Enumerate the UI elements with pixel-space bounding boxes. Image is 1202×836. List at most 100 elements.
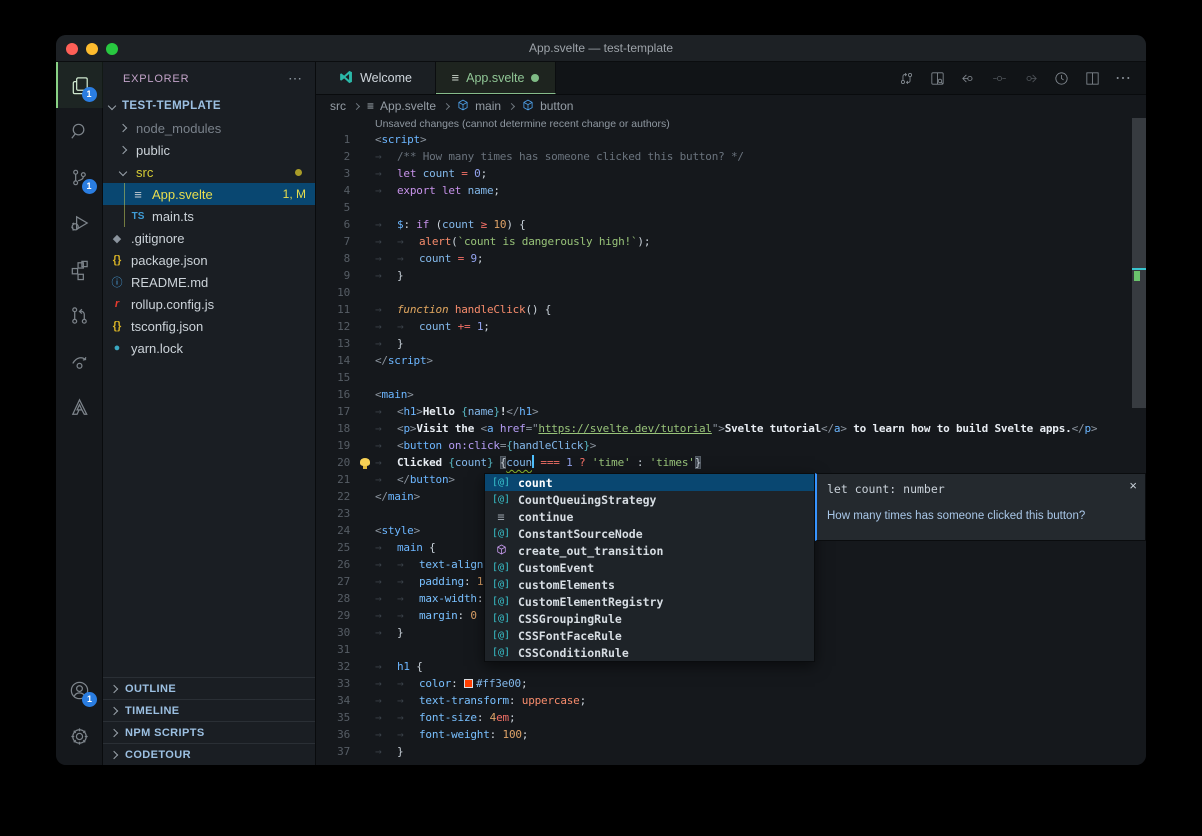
accounts-activity-icon[interactable]: 1 <box>56 667 103 713</box>
file-name: tsconfig.json <box>131 319 203 334</box>
suggest-item-cssgroupingrule[interactable]: [@]CSSGroupingRule <box>485 610 814 627</box>
suggest-item-count[interactable]: [@]count <box>485 474 814 491</box>
suggest-item-create_out_transition[interactable]: create_out_transition <box>485 542 814 559</box>
code-line-5[interactable]: 5 <box>316 199 1146 216</box>
open-changes-icon[interactable] <box>926 67 948 89</box>
previous-change-icon[interactable] <box>957 67 979 89</box>
file-row-readme-md[interactable]: ⓘREADME.md <box>103 271 315 293</box>
code-area[interactable]: Unsaved changes (cannot determine recent… <box>316 117 1146 765</box>
code-line-3[interactable]: 3→let count = 0; <box>316 165 1146 182</box>
code-line-9[interactable]: 9→} <box>316 267 1146 284</box>
close-icon[interactable]: × <box>1129 478 1137 493</box>
file-row-app-svelte[interactable]: ≡App.svelte1, M <box>103 183 315 205</box>
chevron-right-icon <box>110 750 118 758</box>
suggest-item-countqueuingstrategy[interactable]: [@]CountQueuingStrategy <box>485 491 814 508</box>
file-row--gitignore[interactable]: ◆.gitignore <box>103 227 315 249</box>
symbol-cube-icon <box>522 99 534 114</box>
editor-scrollbar[interactable] <box>1132 118 1146 408</box>
line-content: →h1 { <box>360 658 423 675</box>
codelens-annotation[interactable]: Unsaved changes (cannot determine recent… <box>316 117 1146 131</box>
workspace-root-folder[interactable]: TEST-TEMPLATE <box>103 95 315 117</box>
line-number: 20 <box>316 454 360 471</box>
extensions-activity-icon[interactable] <box>56 246 103 292</box>
suggest-label: customElements <box>518 578 615 592</box>
code-line-10[interactable]: 10 <box>316 284 1146 301</box>
code-line-4[interactable]: 4→export let name; <box>316 182 1146 199</box>
breadcrumb-item-button[interactable]: button <box>540 99 573 113</box>
code-line-17[interactable]: 17→<h1>Hello {name}!</h1> <box>316 403 1146 420</box>
section-codetour[interactable]: CODETOUR <box>103 743 315 765</box>
suggest-item-cssconditionrule[interactable]: [@]CSSConditionRule <box>485 644 814 661</box>
file-name: rollup.config.js <box>131 297 214 312</box>
settings-gear-icon[interactable] <box>56 713 103 759</box>
file-row-rollup-config-js[interactable]: rrollup.config.js <box>103 293 315 315</box>
code-line-18[interactable]: 18→<p>Visit the <a href="https://svelte.… <box>316 420 1146 437</box>
explorer-more-actions-icon[interactable]: ⋯ <box>288 70 303 87</box>
breadcrumb-item-file[interactable]: App.svelte <box>380 99 436 113</box>
github-pull-requests-activity-icon[interactable] <box>56 292 103 338</box>
line-content <box>360 505 375 522</box>
azure-activity-icon[interactable] <box>56 384 103 430</box>
code-line-14[interactable]: 14</script> <box>316 352 1146 369</box>
code-line-19[interactable]: 19→<button on:click={handleClick}> <box>316 437 1146 454</box>
yarn-file-icon: ● <box>109 342 125 354</box>
code-line-11[interactable]: 11→function handleClick() { <box>316 301 1146 318</box>
run-debug-activity-icon[interactable] <box>56 200 103 246</box>
source-control-activity-icon[interactable]: 1 <box>56 154 103 200</box>
suggest-item-continue[interactable]: ≡continue <box>485 508 814 525</box>
line-number: 27 <box>316 573 360 590</box>
file-name: App.svelte <box>152 187 213 202</box>
section-npm-scripts[interactable]: NPM SCRIPTS <box>103 721 315 743</box>
file-row-node-modules[interactable]: node_modules <box>103 117 315 139</box>
code-line-8[interactable]: 8→→count = 9; <box>316 250 1146 267</box>
file-row-package-json[interactable]: {}package.json <box>103 249 315 271</box>
modified-dot-icon[interactable] <box>531 74 539 82</box>
split-editor-icon[interactable] <box>1081 67 1103 89</box>
code-line-35[interactable]: 35→→font-size: 4em; <box>316 709 1146 726</box>
suggest-item-customevent[interactable]: [@]CustomEvent <box>485 559 814 576</box>
section-timeline[interactable]: TIMELINE <box>103 699 315 721</box>
code-line-15[interactable]: 15 <box>316 369 1146 386</box>
code-line-6[interactable]: 6→$: if (count ≥ 10) { <box>316 216 1146 233</box>
code-line-2[interactable]: 2→/** How many times has someone clicked… <box>316 148 1146 165</box>
code-line-12[interactable]: 12→→count += 1; <box>316 318 1146 335</box>
line-number: 6 <box>316 216 360 233</box>
code-line-20[interactable]: 20→Clicked {count} {coun === 1 ? 'time' … <box>316 454 1146 471</box>
git-compare-icon[interactable] <box>895 67 917 89</box>
code-line-13[interactable]: 13→} <box>316 335 1146 352</box>
code-line-34[interactable]: 34→→text-transform: uppercase; <box>316 692 1146 709</box>
current-change-icon[interactable] <box>988 67 1010 89</box>
code-line-7[interactable]: 7→→alert(`count is dangerously high!`); <box>316 233 1146 250</box>
file-row-src[interactable]: src <box>103 161 315 183</box>
code-line-36[interactable]: 36→→font-weight: 100; <box>316 726 1146 743</box>
explorer-activity-icon[interactable]: 1 <box>56 62 103 108</box>
more-actions-icon[interactable]: ⋯ <box>1112 67 1134 89</box>
lightbulb-icon[interactable] <box>360 458 370 466</box>
next-change-icon[interactable] <box>1019 67 1041 89</box>
live-share-activity-icon[interactable] <box>56 338 103 384</box>
timer-icon[interactable] <box>1050 67 1072 89</box>
tab-app-svelte[interactable]: ≡ App.svelte <box>436 62 556 94</box>
file-row-tsconfig-json[interactable]: {}tsconfig.json <box>103 315 315 337</box>
file-row-main-ts[interactable]: TSmain.ts <box>103 205 315 227</box>
suggest-item-cssfontfacerule[interactable]: [@]CSSFontFaceRule <box>485 627 814 644</box>
file-row-yarn-lock[interactable]: ●yarn.lock <box>103 337 315 359</box>
breadcrumb-item-main[interactable]: main <box>475 99 501 113</box>
section-outline[interactable]: OUTLINE <box>103 677 315 699</box>
code-line-1[interactable]: 1<script> <box>316 131 1146 148</box>
suggest-label: create_out_transition <box>518 544 663 558</box>
file-row-public[interactable]: public <box>103 139 315 161</box>
breadcrumb-item-src[interactable]: src <box>330 99 346 113</box>
tab-welcome[interactable]: Welcome <box>316 62 436 94</box>
variable-icon: [@] <box>490 630 512 641</box>
code-line-37[interactable]: 37→} <box>316 743 1146 760</box>
line-content: </script> <box>360 352 433 369</box>
code-line-33[interactable]: 33→→color: #ff3e00; <box>316 675 1146 692</box>
suggest-item-constantsourcenode[interactable]: [@]ConstantSourceNode <box>485 525 814 542</box>
suggest-item-customelements[interactable]: [@]customElements <box>485 576 814 593</box>
search-activity-icon[interactable] <box>56 108 103 154</box>
suggest-label: CustomElementRegistry <box>518 595 663 609</box>
color-swatch-icon[interactable] <box>464 679 473 688</box>
code-line-16[interactable]: 16<main> <box>316 386 1146 403</box>
suggest-item-customelementregistry[interactable]: [@]CustomElementRegistry <box>485 593 814 610</box>
